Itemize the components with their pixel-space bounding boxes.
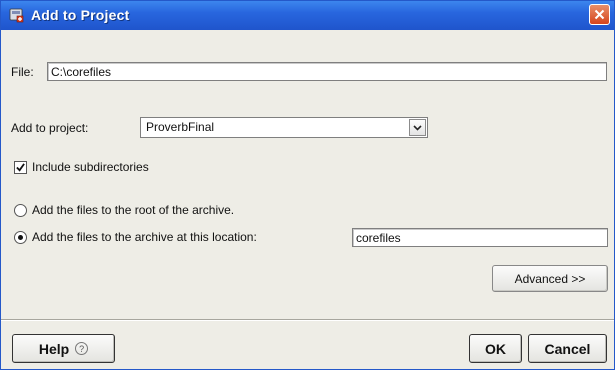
close-button[interactable] <box>589 4 610 25</box>
project-select-value: ProverbFinal <box>146 120 215 134</box>
title-bar[interactable]: Add to Project <box>1 1 614 30</box>
cancel-button[interactable]: Cancel <box>528 334 607 363</box>
file-path-input[interactable]: C:\corefiles <box>47 62 607 81</box>
radio-location-label[interactable]: Add the files to the archive at this loc… <box>32 230 257 244</box>
add-to-project-dialog: Add to Project File: C:\corefiles Add to… <box>0 0 615 370</box>
radio-root-of-archive[interactable] <box>14 204 27 217</box>
close-icon <box>594 9 605 20</box>
check-icon <box>16 163 25 172</box>
include-subdirectories-label[interactable]: Include subdirectories <box>32 160 149 174</box>
advanced-button-label: Advanced >> <box>514 271 586 286</box>
advanced-button[interactable]: Advanced >> <box>492 265 608 292</box>
project-select[interactable]: ProverbFinal <box>140 117 428 138</box>
file-label: File: <box>11 65 34 79</box>
ok-button-label: OK <box>485 340 506 357</box>
help-button-label: Help <box>38 340 70 357</box>
help-button[interactable]: Help ? <box>12 334 115 363</box>
app-icon <box>8 7 24 23</box>
dropdown-button[interactable] <box>409 119 426 136</box>
chevron-down-icon <box>413 124 422 131</box>
project-label: Add to project: <box>11 121 89 135</box>
ok-button[interactable]: OK <box>469 334 522 363</box>
archive-location-input[interactable]: corefiles <box>352 228 608 247</box>
include-subdirectories-checkbox[interactable] <box>14 161 27 174</box>
radio-selected-dot <box>18 235 23 240</box>
help-circle-icon: ? <box>75 342 89 355</box>
window-title: Add to Project <box>31 7 130 23</box>
footer-separator <box>1 319 614 321</box>
radio-root-label[interactable]: Add the files to the root of the archive… <box>32 203 234 217</box>
radio-archive-location[interactable] <box>14 231 27 244</box>
cancel-button-label: Cancel <box>544 340 591 357</box>
